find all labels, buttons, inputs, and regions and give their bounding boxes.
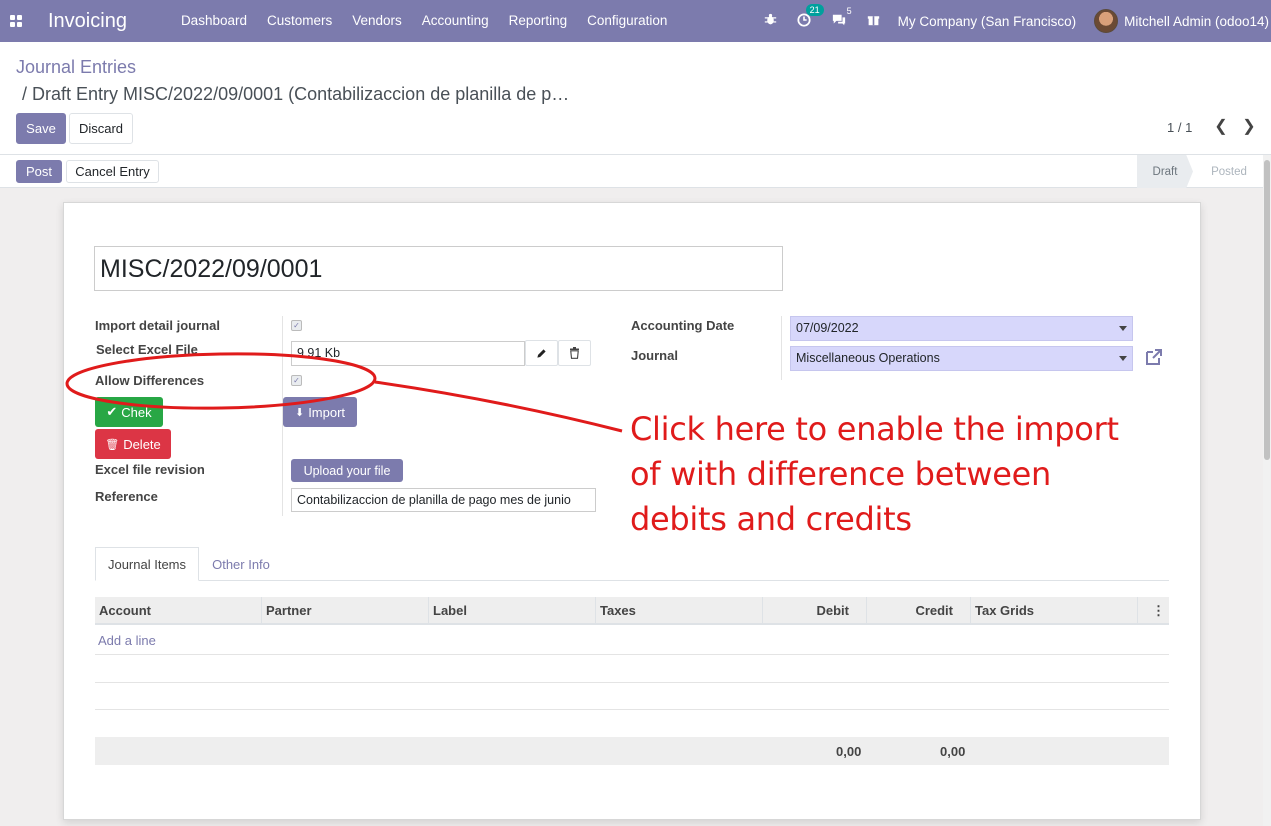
breadcrumb-current: / Draft Entry MISC/2022/09/0001 (Contabi…	[22, 84, 570, 104]
label-allow-differences: Allow Differences	[95, 373, 205, 388]
allow-differences-checkbox[interactable]: ✓	[291, 375, 302, 386]
delete-button[interactable]: 🗑 Delete	[95, 429, 171, 459]
optional-columns-icon[interactable]: ⋮	[1138, 597, 1169, 624]
chek-button[interactable]: ✔ Chek	[95, 397, 163, 427]
table-row	[95, 654, 1169, 655]
trash-icon: 🗑	[105, 438, 120, 451]
user-menu[interactable]: Mitchell Admin (odoo14)	[1124, 14, 1269, 29]
table-row	[95, 682, 1169, 683]
import-detail-checkbox[interactable]: ✓	[291, 320, 302, 331]
label-reference: Reference	[95, 489, 158, 504]
tab-journal-items[interactable]: Journal Items	[95, 547, 199, 581]
caret-down-icon	[1119, 326, 1127, 331]
accounting-date-value: 07/09/2022	[796, 321, 859, 335]
main-menu: Dashboard Customers Vendors Accounting R…	[171, 0, 678, 42]
accounting-date-field[interactable]: 07/09/2022	[790, 316, 1133, 341]
menu-dashboard[interactable]: Dashboard	[171, 0, 257, 42]
status-bar: Post Cancel Entry Draft Posted	[0, 155, 1271, 188]
journal-value: Miscellaneous Operations	[796, 351, 940, 365]
save-button[interactable]: Save	[16, 113, 66, 144]
col-tax-grids[interactable]: Tax Grids	[971, 597, 1138, 624]
messages-icon[interactable]: 5	[831, 6, 852, 30]
col-taxes[interactable]: Taxes	[596, 597, 763, 624]
menu-configuration[interactable]: Configuration	[577, 0, 677, 42]
total-credit: 0,00	[940, 744, 966, 759]
col-partner[interactable]: Partner	[262, 597, 429, 624]
field-separator-right	[781, 316, 782, 380]
post-button[interactable]: Post	[16, 160, 62, 183]
stage-posted[interactable]: Posted	[1200, 155, 1258, 188]
check-icon: ✔	[106, 404, 118, 419]
label-excel-revision: Excel file revision	[95, 462, 205, 477]
annotation-line: Click here to enable the import	[630, 410, 1119, 448]
pager-prev-icon[interactable]: ❮	[1212, 116, 1230, 136]
delete-label: Delete	[123, 436, 161, 452]
app-brand[interactable]: Invoicing	[48, 10, 127, 33]
import-label: Import	[308, 404, 346, 420]
activity-clock-icon[interactable]: 21	[797, 3, 824, 30]
pencil-icon	[537, 348, 546, 358]
control-panel: Journal Entries / Draft Entry MISC/2022/…	[0, 42, 1271, 155]
journal-select[interactable]: Miscellaneous Operations	[790, 346, 1133, 371]
company-switcher[interactable]: My Company (San Francisco)	[898, 14, 1077, 29]
menu-reporting[interactable]: Reporting	[499, 0, 578, 42]
add-line-link[interactable]: Add a line	[98, 633, 156, 648]
clear-file-button[interactable]	[558, 340, 591, 366]
entry-name-field[interactable]: MISC/2022/09/0001	[94, 246, 783, 291]
col-credit[interactable]: Credit	[867, 597, 971, 624]
table-header: Account Partner Label Taxes Debit Credit…	[95, 597, 1169, 625]
apps-menu-icon[interactable]	[0, 0, 32, 42]
reference-field[interactable]: Contabilizaccion de planilla de pago mes…	[291, 488, 596, 512]
stage-draft: Draft	[1137, 155, 1193, 188]
tab-other-info[interactable]: Other Info	[199, 547, 283, 581]
caret-down-icon	[1119, 356, 1127, 361]
total-debit: 0,00	[836, 744, 862, 759]
label-accounting-date: Accounting Date	[631, 318, 735, 333]
annotation-line: of with difference between	[630, 455, 1051, 493]
annotation-text: Click here to enable the import of with …	[630, 407, 1119, 542]
messages-badge: 5	[846, 5, 852, 16]
breadcrumb-journal-entries[interactable]: Journal Entries	[16, 57, 136, 78]
col-label[interactable]: Label	[429, 597, 596, 624]
top-navbar: Invoicing Dashboard Customers Vendors Ac…	[0, 0, 1271, 42]
bug-icon[interactable]	[764, 13, 777, 29]
chek-label: Chek	[121, 404, 152, 420]
label-select-file: Select Excel File	[96, 342, 198, 357]
pager-value[interactable]: 1 / 1	[1167, 120, 1192, 135]
import-button[interactable]: ⬇ Import	[283, 397, 357, 427]
col-debit[interactable]: Debit	[763, 597, 867, 624]
discard-button[interactable]: Discard	[69, 113, 133, 144]
external-link-icon[interactable]	[1144, 348, 1164, 371]
pager-next-icon[interactable]: ❯	[1240, 116, 1258, 136]
table-row	[95, 709, 1169, 710]
annotation-line: debits and credits	[630, 500, 912, 538]
label-import-detail: Import detail journal	[95, 318, 220, 333]
download-icon: ⬇	[294, 406, 305, 419]
user-avatar[interactable]	[1094, 9, 1119, 33]
menu-customers[interactable]: Customers	[257, 0, 342, 42]
col-account[interactable]: Account	[95, 597, 262, 624]
upload-file-button[interactable]: Upload your file	[291, 459, 403, 482]
excel-file-field[interactable]: 9.91 Kb	[291, 341, 525, 366]
menu-accounting[interactable]: Accounting	[412, 0, 499, 42]
label-journal: Journal	[631, 348, 678, 363]
activity-badge: 21	[805, 3, 824, 16]
trash-icon	[570, 347, 579, 359]
edit-file-button[interactable]	[525, 340, 558, 366]
table-footer	[95, 737, 1169, 765]
menu-vendors[interactable]: Vendors	[342, 0, 412, 42]
gift-icon[interactable]	[867, 13, 880, 29]
systray: 21 5 My Company (San Francisco) Mitchell…	[754, 0, 1271, 42]
cancel-entry-button[interactable]: Cancel Entry	[66, 160, 159, 183]
scrollbar-thumb[interactable]	[1264, 160, 1270, 460]
